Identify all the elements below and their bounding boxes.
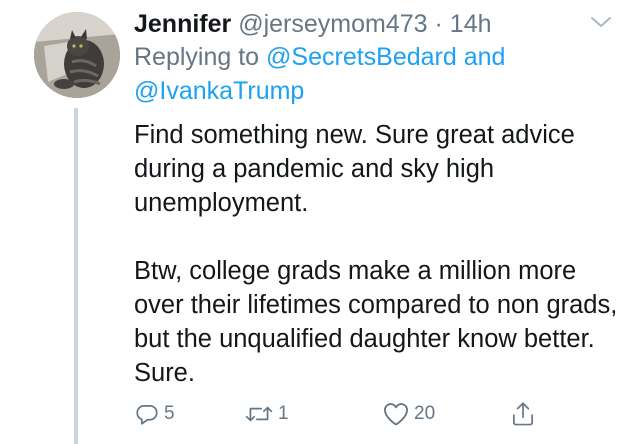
tweet-actions: 5 1 20 (134, 396, 554, 432)
author-handle[interactable]: @jerseymom473 (238, 10, 427, 38)
reply-count: 5 (164, 403, 175, 424)
mention-link[interactable]: @IvankaTrump (134, 77, 304, 105)
avatar[interactable] (34, 12, 120, 98)
tweet-paragraph: Btw, college grads make a million more o… (134, 257, 618, 387)
like-button[interactable]: 20 (382, 396, 435, 432)
tweet-text: Find something new. Sure great advice du… (134, 118, 624, 390)
retweet-count: 1 (278, 403, 289, 424)
menu-caret[interactable] (590, 14, 612, 30)
share-icon (512, 402, 534, 426)
thread-line (74, 108, 78, 444)
cat-photo-avatar (34, 12, 120, 98)
and-link[interactable]: and (464, 43, 506, 71)
replying-to-label: Replying to (134, 43, 260, 71)
chevron-down-icon (591, 17, 611, 27)
tweet[interactable]: Jennifer @jerseymom473 · 14h Replying to… (0, 0, 639, 444)
tweet-header: Jennifer @jerseymom473 · 14h (134, 6, 594, 42)
reply-icon (136, 405, 158, 425)
retweet-icon (245, 406, 273, 422)
reply-button[interactable]: 5 (134, 396, 175, 432)
mention-link[interactable]: @SecretsBedard (266, 43, 457, 71)
tweet-paragraph: Find something new. Sure great advice du… (134, 121, 575, 217)
timestamp[interactable]: 14h (450, 10, 492, 38)
author-name[interactable]: Jennifer (134, 10, 231, 38)
replying-to: Replying to @SecretsBedard and @IvankaTr… (134, 40, 614, 108)
retweet-button[interactable]: 1 (244, 396, 289, 432)
heart-icon (383, 403, 409, 426)
share-button[interactable] (510, 396, 536, 432)
separator-dot: · (434, 10, 443, 38)
like-count: 20 (414, 403, 436, 424)
